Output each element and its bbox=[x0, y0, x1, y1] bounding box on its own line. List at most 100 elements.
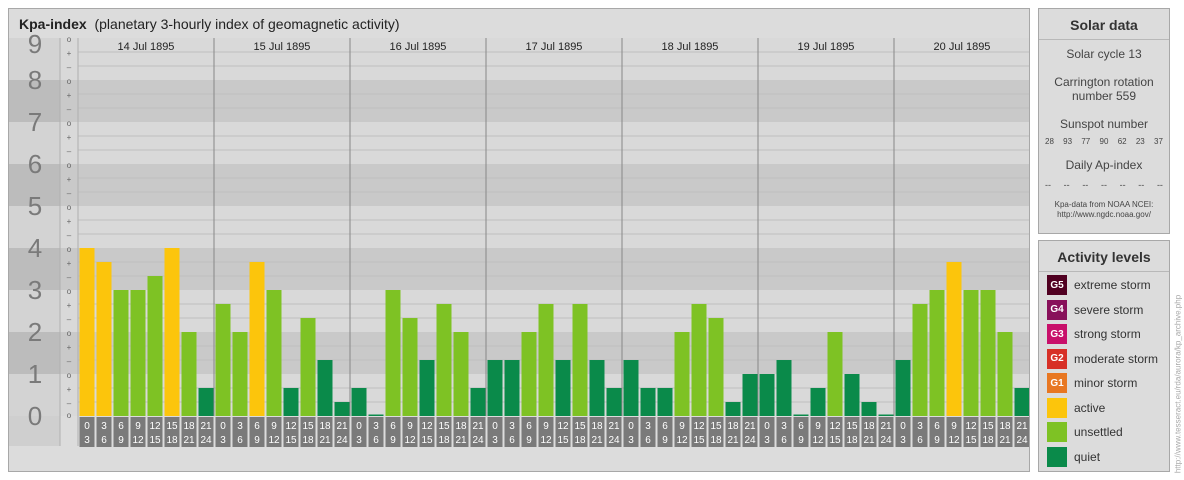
interval-start-label: 21 bbox=[880, 421, 892, 432]
interval-start-label: 9 bbox=[407, 421, 413, 432]
kp-bar bbox=[419, 360, 435, 416]
activity-levels-title: Activity levels bbox=[1039, 241, 1169, 272]
sunspot-value: 62 bbox=[1117, 137, 1127, 146]
kp-bar bbox=[861, 402, 877, 416]
interval-end-label: 6 bbox=[373, 435, 379, 446]
interval-start-label: 15 bbox=[710, 421, 722, 432]
kp-bar bbox=[351, 387, 367, 416]
interval-end-label: 15 bbox=[285, 435, 297, 446]
kp-bar bbox=[334, 402, 350, 416]
y-minor-mark: – bbox=[67, 105, 72, 114]
ap-value: -- bbox=[1100, 180, 1107, 190]
interval-end-label: 24 bbox=[744, 435, 756, 446]
watermark-text: http://www.tesseract.eu/rda/aurora/kp_ar… bbox=[1173, 294, 1183, 474]
interval-start-label: 21 bbox=[608, 421, 620, 432]
interval-end-label: 15 bbox=[693, 435, 705, 446]
kp-bar bbox=[946, 261, 962, 416]
day-label: 19 Jul 1895 bbox=[798, 41, 855, 53]
kp-bar bbox=[538, 303, 554, 416]
interval-end-label: 18 bbox=[982, 435, 994, 446]
y-tick-label: 6 bbox=[28, 149, 42, 179]
kp-bar bbox=[606, 387, 622, 416]
interval-end-label: 15 bbox=[149, 435, 161, 446]
interval-start-label: 6 bbox=[118, 421, 124, 432]
day-label: 15 Jul 1895 bbox=[254, 41, 311, 53]
day-label: 17 Jul 1895 bbox=[526, 41, 583, 53]
y-minor-mark: – bbox=[67, 231, 72, 240]
interval-end-label: 6 bbox=[781, 435, 787, 446]
interval-start-label: 6 bbox=[390, 421, 396, 432]
y-tick-label: 4 bbox=[28, 233, 42, 263]
interval-end-label: 15 bbox=[557, 435, 569, 446]
interval-start-label: 6 bbox=[254, 421, 260, 432]
y-tick-label: 9 bbox=[28, 29, 42, 59]
legend-item-g3: G3 strong storm bbox=[1047, 324, 1141, 344]
interval-end-label: 21 bbox=[863, 435, 875, 446]
kpa-bar-chart: 0123456789o+–o+–o+–o+–o+–o+–o+–o+–o+–o14… bbox=[9, 29, 1029, 447]
interval-start-label: 21 bbox=[744, 421, 756, 432]
interval-end-label: 24 bbox=[336, 435, 348, 446]
kp-bar bbox=[657, 387, 673, 416]
interval-end-label: 6 bbox=[645, 435, 651, 446]
interval-end-label: 12 bbox=[540, 435, 552, 446]
y-minor-mark: o bbox=[67, 245, 72, 254]
kp-bar bbox=[708, 318, 724, 416]
interval-start-label: 12 bbox=[693, 421, 705, 432]
interval-start-label: 0 bbox=[84, 421, 90, 432]
sunspot-value: 23 bbox=[1135, 137, 1145, 146]
interval-end-label: 15 bbox=[829, 435, 841, 446]
sunspot-value: 77 bbox=[1081, 137, 1091, 146]
kp-bar bbox=[402, 318, 418, 416]
kp-bar bbox=[827, 332, 843, 416]
kpa-chart-panel: Kpa-index (planetary 3-hourly index of g… bbox=[8, 8, 1030, 472]
kp-bar bbox=[912, 303, 928, 416]
interval-end-label: 21 bbox=[455, 435, 467, 446]
interval-end-label: 24 bbox=[200, 435, 212, 446]
interval-start-label: 9 bbox=[951, 421, 957, 432]
interval-end-label: 12 bbox=[676, 435, 688, 446]
interval-end-label: 21 bbox=[727, 435, 739, 446]
carrington-line-1: Carrington rotation bbox=[1054, 75, 1154, 89]
interval-end-label: 9 bbox=[390, 435, 396, 446]
y-minor-mark: + bbox=[67, 175, 72, 184]
watermark: http://www.tesseract.eu/rda/aurora/kp_ar… bbox=[1173, 295, 1183, 473]
interval-start-label: 18 bbox=[455, 421, 467, 432]
kp-bar bbox=[997, 332, 1013, 416]
y-tick-label: 8 bbox=[28, 65, 42, 95]
legend-swatch-unsettled bbox=[1047, 422, 1067, 442]
legend-label: severe storm bbox=[1074, 302, 1144, 317]
interval-end-label: 6 bbox=[237, 435, 243, 446]
legend-swatch-g5: G5 bbox=[1047, 275, 1067, 295]
sunspot-value: 90 bbox=[1099, 137, 1109, 146]
kp-bar bbox=[776, 360, 792, 416]
y-tick-label: 1 bbox=[28, 359, 42, 389]
kp-bar bbox=[130, 290, 146, 416]
interval-start-label: 12 bbox=[557, 421, 569, 432]
kp-bar bbox=[113, 290, 129, 416]
interval-start-label: 0 bbox=[628, 421, 634, 432]
ap-title: Daily Ap-index bbox=[1065, 158, 1143, 172]
ap-value: -- bbox=[1063, 180, 1070, 190]
kp-bar bbox=[844, 374, 860, 416]
interval-end-label: 12 bbox=[268, 435, 280, 446]
legend-swatch-g1: G1 bbox=[1047, 373, 1067, 393]
kp-bar bbox=[895, 360, 911, 416]
interval-start-label: 9 bbox=[271, 421, 277, 432]
kp-bar bbox=[674, 332, 690, 416]
credit-link[interactable]: http://www.ngdc.noaa.gov/ bbox=[1039, 210, 1169, 220]
y-tick-label: 5 bbox=[28, 191, 42, 221]
kp-bar bbox=[266, 290, 282, 416]
interval-start-label: 15 bbox=[846, 421, 858, 432]
legend-item-g2: G2 moderate storm bbox=[1047, 348, 1158, 369]
interval-end-label: 12 bbox=[948, 435, 960, 446]
sunspot-value: 93 bbox=[1063, 137, 1073, 146]
interval-end-label: 6 bbox=[917, 435, 923, 446]
kp-bar bbox=[691, 303, 707, 416]
kp-bar bbox=[79, 248, 95, 416]
y-minor-mark: – bbox=[67, 315, 72, 324]
interval-end-label: 21 bbox=[591, 435, 603, 446]
interval-end-label: 18 bbox=[710, 435, 722, 446]
kp-bar bbox=[249, 261, 265, 416]
interval-end-label: 9 bbox=[662, 435, 668, 446]
legend-label: strong storm bbox=[1074, 327, 1141, 341]
